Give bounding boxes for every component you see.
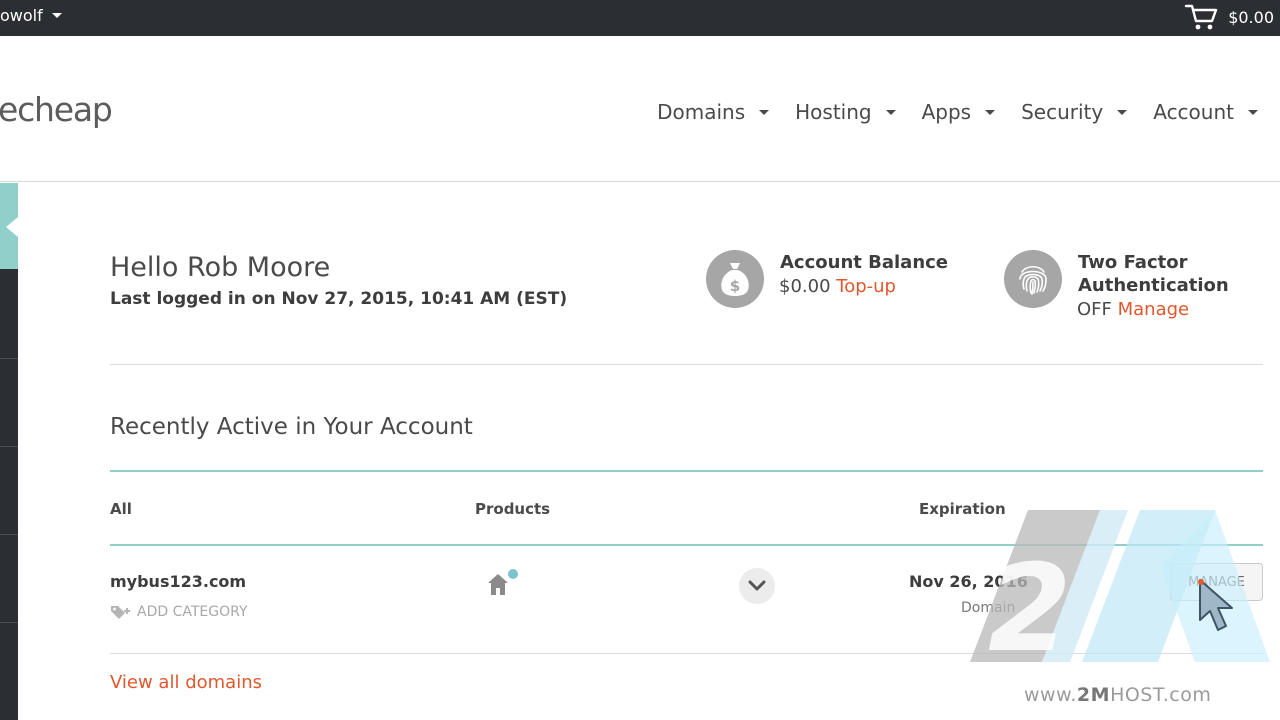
manage-button[interactable]: MANAGE — [1170, 563, 1263, 601]
active-indicator — [6, 217, 18, 237]
sidebar-item[interactable] — [0, 622, 18, 720]
top-bar: owolf $0.00 — [0, 0, 1280, 36]
caret-down-icon — [985, 109, 996, 115]
svg-text:$: $ — [730, 277, 740, 295]
two-factor-title-line1: Two Factor — [1078, 252, 1188, 273]
nav-security[interactable]: Security — [1021, 100, 1128, 124]
recent-activity-title: Recently Active in Your Account — [110, 414, 473, 440]
dashboard-sidebar — [0, 183, 18, 720]
watermark-text: www.2MHOST.com — [1024, 684, 1211, 706]
site-header: echeap Domains Hosting Apps Security Acc… — [0, 36, 1280, 182]
cart-icon — [1184, 4, 1218, 30]
user-menu[interactable]: owolf — [0, 6, 62, 25]
fingerprint-icon — [1004, 250, 1062, 308]
balance-amount: $0.00 — [779, 276, 831, 297]
caret-down-icon — [51, 13, 62, 18]
domain-name[interactable]: mybus123.com — [110, 572, 246, 591]
column-expiration[interactable]: Expiration — [919, 500, 1006, 518]
section-divider — [110, 364, 1263, 365]
expiration-date: Nov 26, 2016 — [909, 572, 1028, 591]
nav-domains[interactable]: Domains — [657, 100, 770, 124]
username: owolf — [0, 6, 43, 25]
watermark-prefix: www. — [1024, 684, 1077, 706]
nav-label: Hosting — [795, 100, 872, 124]
nav-hosting[interactable]: Hosting — [795, 100, 896, 124]
product-type: Domain — [961, 600, 1016, 616]
nav-label: Apps — [921, 100, 972, 124]
nav-account[interactable]: Account — [1153, 100, 1258, 124]
nav-label: Account — [1153, 100, 1234, 124]
caret-down-icon — [885, 109, 896, 115]
cart-button[interactable]: $0.00 — [1184, 2, 1274, 32]
tag-plus-icon — [111, 606, 130, 619]
sidebar-item[interactable] — [0, 534, 18, 622]
column-products[interactable]: Products — [475, 500, 550, 518]
two-factor-status: OFF — [1077, 299, 1112, 320]
top-up-link[interactable]: Top-up — [836, 276, 896, 297]
nav-label: Security — [1021, 100, 1104, 124]
main-nav: Domains Hosting Apps Security Account — [657, 100, 1258, 124]
column-all[interactable]: All — [110, 500, 132, 518]
caret-down-icon — [1117, 109, 1128, 115]
two-factor-title-line2: Authentication — [1078, 275, 1229, 296]
last-login-text: Last logged in on Nov 27, 2015, 10:41 AM… — [110, 289, 568, 309]
table-top-border — [110, 470, 1263, 472]
two-factor-title: Two Factor Authentication — [1078, 251, 1229, 297]
chevron-down-icon — [748, 580, 766, 591]
caret-down-icon — [759, 109, 770, 115]
nav-apps[interactable]: Apps — [922, 100, 996, 124]
two-factor-row: OFF Manage — [1077, 299, 1189, 320]
two-factor-manage-link[interactable]: Manage — [1118, 299, 1190, 320]
expand-row-button[interactable] — [739, 568, 775, 604]
sidebar-item[interactable] — [0, 446, 18, 534]
logo[interactable]: echeap — [0, 90, 113, 129]
add-category-label: ADD CATEGORY — [137, 604, 248, 620]
greeting-title: Hello Rob Moore — [110, 252, 331, 283]
balance-title: Account Balance — [780, 252, 949, 273]
add-category-button[interactable]: ADD CATEGORY — [110, 604, 248, 620]
sidebar-item[interactable] — [0, 358, 18, 446]
caret-down-icon — [1248, 109, 1258, 115]
nav-label: Domains — [657, 100, 746, 124]
cart-total: $0.00 — [1228, 7, 1274, 27]
row-divider — [110, 653, 1263, 654]
watermark-suffix: HOST.com — [1110, 684, 1212, 706]
money-bag-icon: $ — [706, 250, 764, 308]
view-all-domains-link[interactable]: View all domains — [110, 672, 262, 693]
balance-row: $0.00 Top-up — [779, 276, 896, 297]
table-header-border — [110, 544, 1263, 546]
home-icon — [488, 569, 518, 595]
watermark-brand: 2M — [1076, 684, 1111, 706]
